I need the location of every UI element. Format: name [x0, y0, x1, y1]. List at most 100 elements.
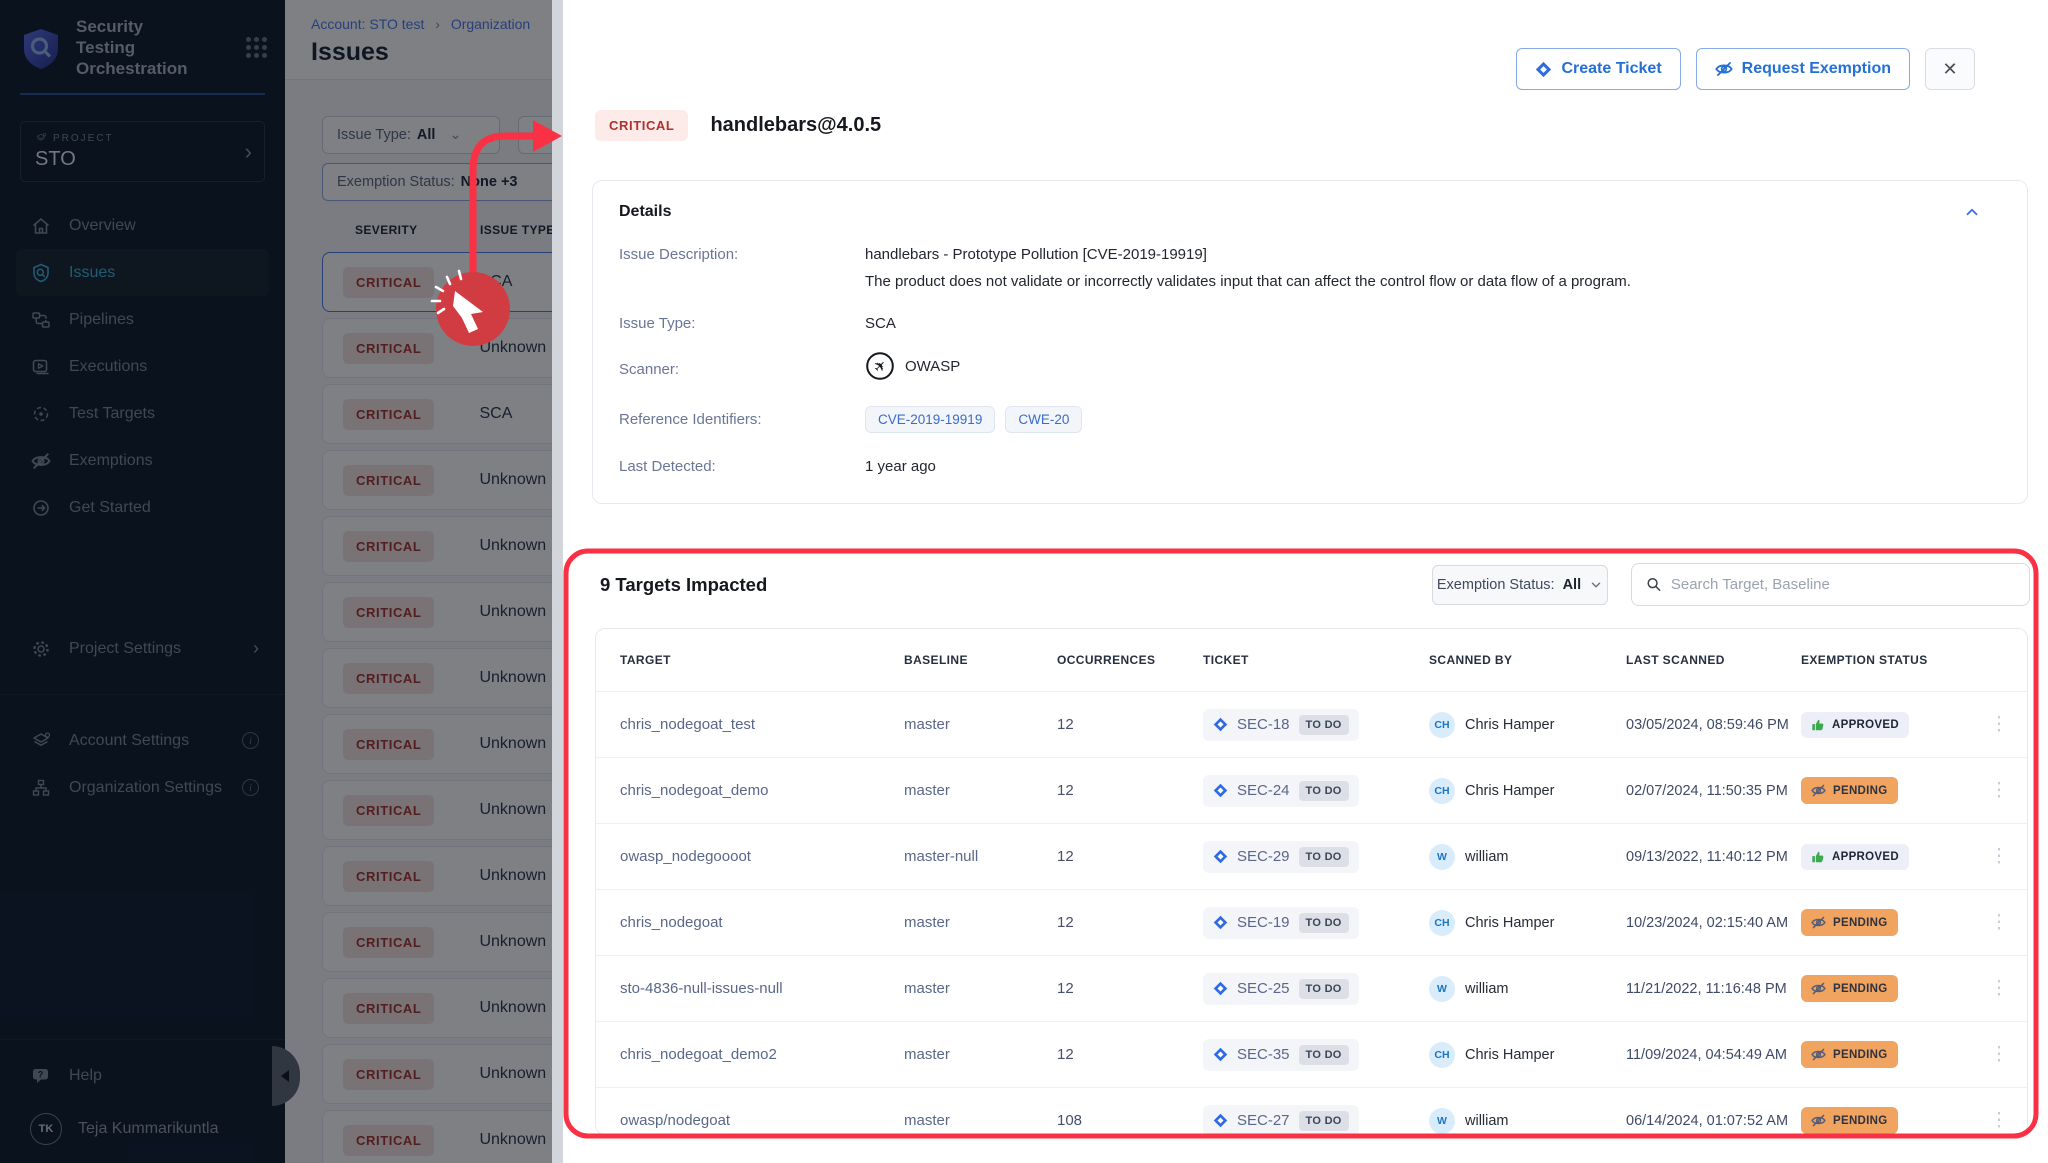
breadcrumb-account[interactable]: Account: STO test: [311, 16, 424, 32]
sidebar-item-issues[interactable]: Issues: [16, 249, 269, 296]
row-menu-button[interactable]: ⋮: [1971, 850, 2027, 864]
ticket-status-badge: TO DO: [1299, 715, 1349, 735]
drawer-actions: Create Ticket Request Exemption ✕: [1516, 48, 1975, 90]
user-menu[interactable]: TK Teja Kummarikuntla: [30, 1113, 269, 1145]
avatar: TK: [30, 1113, 62, 1145]
avatar: W: [1429, 844, 1455, 870]
column-scanned-by: SCANNED BY: [1429, 653, 1626, 668]
row-menu-button[interactable]: ⋮: [1971, 1048, 2027, 1062]
ticket-link[interactable]: SEC-29TO DO: [1203, 841, 1359, 873]
sidebar-item-exemptions[interactable]: Exemptions: [16, 437, 269, 484]
exemption-status-filter[interactable]: Exemption Status: None +3: [322, 163, 552, 201]
sidebar-item-account-settings[interactable]: Account Settings i: [16, 717, 269, 764]
issue-row[interactable]: CRITICALUnknown: [322, 318, 552, 378]
project-selector[interactable]: PROJECT STO ›: [20, 121, 265, 182]
breadcrumb-organization[interactable]: Organization: [451, 16, 530, 32]
issues-table-header: SEVERITY ISSUE TYPE: [322, 223, 552, 239]
exemption-status-dropdown[interactable]: Exemption Status: All: [1432, 565, 1608, 605]
org-chart-icon: [30, 777, 52, 799]
issue-row[interactable]: CRITICALUnknown: [322, 846, 552, 906]
field-issue-description-line2: The product does not validate or incorre…: [619, 273, 2001, 290]
table-row[interactable]: chris_nodegoat master 12 SEC-19TO DO CHC…: [596, 889, 2027, 955]
sidebar-item-executions[interactable]: Executions: [16, 343, 269, 390]
pipelines-icon: [30, 309, 52, 331]
row-menu-button[interactable]: ⋮: [1971, 1114, 2027, 1128]
issue-row[interactable]: CRITICALUnknown: [322, 714, 552, 774]
project-label: PROJECT: [35, 132, 250, 144]
issue-row[interactable]: CRITICALUnknown: [322, 780, 552, 840]
issue-row[interactable]: CRITICALSCA: [322, 384, 552, 444]
severity-badge: CRITICAL: [343, 465, 434, 496]
help-button[interactable]: Help: [16, 1052, 269, 1099]
exemption-status-badge: PENDING: [1801, 1041, 1898, 1068]
sidebar-item-project-settings[interactable]: Project Settings ›: [16, 625, 269, 672]
row-menu-button[interactable]: ⋮: [1971, 916, 2027, 930]
avatar: W: [1429, 976, 1455, 1002]
issue-row[interactable]: CRITICALSCA: [322, 252, 552, 312]
targets-heading: 9 Targets Impacted: [600, 574, 767, 595]
get-started-icon: [30, 497, 52, 519]
close-button[interactable]: ✕: [1925, 48, 1975, 90]
issue-header: CRITICAL handlebars@4.0.5: [595, 110, 881, 141]
row-menu-button[interactable]: ⋮: [1971, 718, 2027, 732]
sidebar-item-get-started[interactable]: Get Started: [16, 484, 269, 531]
ticket-link[interactable]: SEC-35TO DO: [1203, 1039, 1359, 1071]
sidebar-item-pipelines[interactable]: Pipelines: [16, 296, 269, 343]
issue-row[interactable]: CRITICALUnknown: [322, 1044, 552, 1104]
page-header: Account: STO test › Organization Issues: [285, 0, 552, 80]
jira-diamond-icon: [1535, 61, 1552, 78]
row-menu-button[interactable]: ⋮: [1971, 982, 2027, 996]
column-baseline: BASELINE: [904, 653, 1057, 668]
table-row[interactable]: sto-4836-null-issues-null master 12 SEC-…: [596, 955, 2027, 1021]
ticket-link[interactable]: SEC-19TO DO: [1203, 907, 1359, 939]
field-last-detected: Last Detected: 1 year ago: [619, 458, 2001, 475]
chat-help-icon: [30, 1065, 52, 1087]
issue-row[interactable]: CRITICALUnknown: [322, 516, 552, 576]
ticket-link[interactable]: SEC-24TO DO: [1203, 775, 1359, 807]
drawer-scrollbar[interactable]: [552, 0, 563, 1163]
reference-chip[interactable]: CWE-20: [1005, 406, 1082, 433]
layers-gear-icon: [30, 730, 52, 752]
collapse-section-button[interactable]: [1963, 203, 1981, 226]
table-row[interactable]: owasp/nodegoat master 108 SEC-27TO DO Ww…: [596, 1087, 2027, 1135]
sidebar-footer: Help TK Teja Kummarikuntla: [0, 1039, 285, 1163]
row-menu-button[interactable]: ⋮: [1971, 784, 2027, 798]
project-name: STO: [35, 148, 250, 171]
request-exemption-button[interactable]: Request Exemption: [1696, 48, 1910, 90]
exemption-status-badge: APPROVED: [1801, 712, 1909, 738]
sidebar-item-test-targets[interactable]: Test Targets: [16, 390, 269, 437]
jira-diamond-icon: [1213, 915, 1228, 930]
jira-diamond-icon: [1213, 1047, 1228, 1062]
module-grid-icon[interactable]: [246, 37, 267, 58]
sidebar-item-organization-settings[interactable]: Organization Settings i: [16, 764, 269, 811]
ticket-status-badge: TO DO: [1299, 847, 1349, 867]
eye-slash-icon: [1811, 1047, 1826, 1062]
issue-row[interactable]: CRITICALUnknown: [322, 582, 552, 642]
reference-chip[interactable]: CVE-2019-19919: [865, 406, 995, 433]
target-filter[interactable]: Targ: [518, 116, 552, 154]
ticket-link[interactable]: SEC-25TO DO: [1203, 973, 1359, 1005]
ticket-link[interactable]: SEC-18TO DO: [1203, 709, 1359, 741]
ticket-link[interactable]: SEC-27TO DO: [1203, 1105, 1359, 1136]
table-row[interactable]: chris_nodegoat_demo master 12 SEC-24TO D…: [596, 757, 2027, 823]
issue-row[interactable]: CRITICALUnknown: [322, 450, 552, 510]
svg-text:✈: ✈: [870, 356, 891, 377]
issue-type-filter[interactable]: Issue Type: All ⌄: [322, 116, 500, 154]
table-row[interactable]: chris_nodegoat_test master 12 SEC-18TO D…: [596, 691, 2027, 757]
details-card: Details Issue Description: handlebars - …: [592, 180, 2028, 504]
severity-badge: CRITICAL: [343, 1125, 434, 1156]
column-target: TARGET: [620, 653, 904, 668]
create-ticket-button[interactable]: Create Ticket: [1516, 48, 1680, 90]
cube-icon: [35, 132, 47, 144]
issue-row[interactable]: CRITICALUnknown: [322, 978, 552, 1038]
info-icon: i: [242, 779, 259, 796]
sidebar-nav: Overview Issues Pipelines Executions Tes…: [0, 202, 285, 811]
issue-row[interactable]: CRITICALUnknown: [322, 912, 552, 972]
issue-row[interactable]: CRITICALUnknown: [322, 1110, 552, 1163]
search-input[interactable]: [1671, 576, 2015, 593]
table-row[interactable]: owasp_nodegoooot master-null 12 SEC-29TO…: [596, 823, 2027, 889]
table-row[interactable]: chris_nodegoat_demo2 master 12 SEC-35TO …: [596, 1021, 2027, 1087]
issue-row[interactable]: CRITICALUnknown: [322, 648, 552, 708]
crosshair-icon: [30, 403, 52, 425]
sidebar-item-overview[interactable]: Overview: [16, 202, 269, 249]
